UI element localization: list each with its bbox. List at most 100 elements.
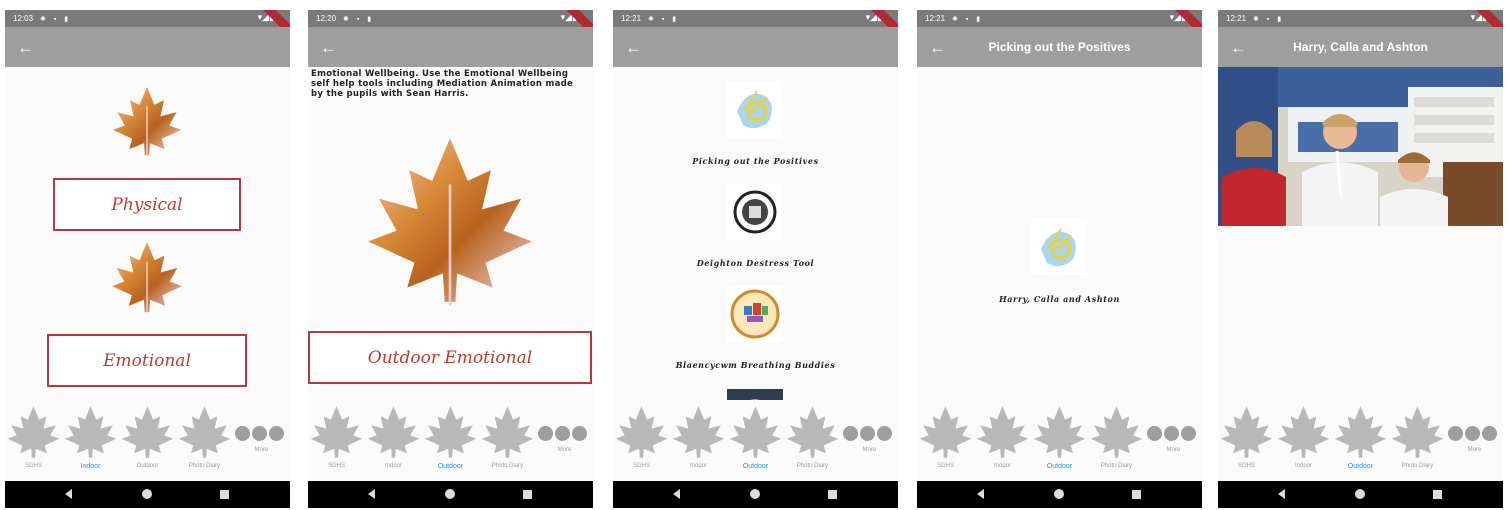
maple-leaf-icon [729, 406, 782, 458]
tab-more[interactable]: More [536, 400, 593, 470]
emotional-button[interactable]: Emotional [47, 334, 247, 387]
three-dots-icon [235, 426, 284, 441]
maple-leaf-icon [424, 406, 477, 458]
circle-home-icon[interactable] [445, 489, 455, 499]
square-recents-icon[interactable] [523, 490, 532, 499]
physical-button[interactable]: Physical [53, 178, 241, 231]
autumn-leaf-image [368, 138, 532, 306]
back-arrow-icon[interactable]: ← [320, 39, 337, 56]
square-recents-icon[interactable] [1433, 490, 1442, 499]
tab-label: More [254, 447, 269, 453]
description-text: Emotional Wellbeing. Use the Emotional W… [311, 69, 574, 99]
video-player[interactable] [1218, 67, 1503, 226]
status-time: 12:20 [316, 14, 337, 23]
tab-more[interactable]: More [1145, 400, 1202, 470]
tab-sghs[interactable]: SGHS [917, 400, 974, 480]
maple-leaf-icon [615, 406, 668, 458]
triangle-back-icon[interactable] [977, 489, 984, 499]
bottom-tab-bar: SGHS Indoor Outdoor Photo Diary More [613, 400, 898, 481]
phone-screen-video: 12:21 ✹ ▪ ▮ ▾◢▮ ← Harry, Calla and Ashto… [1218, 10, 1503, 508]
square-recents-icon[interactable] [828, 490, 837, 499]
maple-leaf-icon [7, 406, 60, 458]
tab-sghs[interactable]: SGHS [5, 400, 62, 480]
triangle-back-icon[interactable] [1278, 489, 1285, 499]
tab-photo-diary[interactable]: Photo Diary [784, 400, 841, 480]
tab-outdoor[interactable]: Outdoor [727, 400, 784, 480]
status-bar: 12:21 ✹ ▪ ▮ ▾◢▮ [1218, 10, 1503, 42]
tab-outdoor[interactable]: Outdoor [1031, 400, 1088, 480]
tab-label: Indoor [993, 463, 1011, 469]
back-arrow-icon[interactable]: ← [1230, 39, 1247, 56]
tab-label: Photo Diary [188, 463, 221, 469]
bottom-tab-bar: SGHS Indoor Outdoor Photo Diary More [1218, 400, 1503, 481]
tab-indoor[interactable]: Indoor [62, 400, 119, 480]
tab-more[interactable]: More [841, 400, 898, 470]
app-bar: ← [5, 27, 290, 67]
tab-photo-diary[interactable]: Photo Diary [1088, 400, 1145, 480]
three-dots-icon [843, 426, 892, 441]
tab-outdoor[interactable]: Outdoor [119, 400, 176, 480]
tab-sghs[interactable]: SGHS [1218, 400, 1275, 480]
tab-label: More [1166, 447, 1181, 453]
tab-photo-diary[interactable]: Photo Diary [1389, 400, 1446, 480]
square-recents-icon[interactable] [1132, 490, 1141, 499]
swirl-logo-icon [1031, 219, 1087, 275]
tab-outdoor[interactable]: Outdoor [422, 400, 479, 480]
tab-label: SGHS [327, 463, 345, 469]
system-nav-bar [613, 481, 898, 508]
tab-sghs[interactable]: SGHS [613, 400, 670, 480]
tab-sghs[interactable]: SGHS [308, 400, 365, 480]
category-menu: Physical Emotional [5, 67, 290, 400]
tab-more[interactable]: More [233, 400, 290, 470]
tab-photo-diary[interactable]: Photo Diary [479, 400, 536, 480]
bottom-tab-bar: SGHS Indoor Outdoor Photo Diary More [308, 400, 593, 481]
tab-photo-diary[interactable]: Photo Diary [176, 400, 233, 480]
app-bar: ← Picking out the Positives [917, 27, 1202, 67]
back-arrow-icon[interactable]: ← [625, 39, 642, 56]
status-notification-icons: ✹ ▪ ▮ [343, 15, 375, 23]
app-bar: ← [308, 27, 593, 67]
tools-list: Picking out the Positives Deighton Destr… [613, 67, 898, 400]
tab-label: Indoor [384, 463, 402, 469]
system-nav-bar [5, 481, 290, 508]
app-bar: ← Harry, Calla and Ashton [1218, 27, 1503, 67]
status-time: 12:21 [1226, 14, 1247, 23]
phone-screen-positives: 12:21 ✹ ▪ ▮ ▾◢▮ ← Picking out the Positi… [917, 10, 1202, 508]
circle-home-icon[interactable] [142, 489, 152, 499]
tab-indoor[interactable]: Indoor [1275, 400, 1332, 480]
tab-label: SGHS [1237, 463, 1255, 469]
maple-leaf-icon [1334, 406, 1387, 458]
circle-home-icon[interactable] [1355, 489, 1365, 499]
phone-screen-emotional: 12:20 ✹ ▪ ▮ ▾◢▮ ← Emotional Wellbeing. U… [308, 10, 593, 508]
triangle-back-icon[interactable] [368, 489, 375, 499]
square-recents-icon[interactable] [220, 490, 229, 499]
tab-indoor[interactable]: Indoor [670, 400, 727, 480]
maple-leaf-icon [1033, 406, 1086, 458]
tab-label: Photo Diary [1401, 463, 1434, 469]
tab-label: Outdoor [1046, 463, 1073, 470]
back-arrow-icon[interactable]: ← [17, 39, 34, 56]
tab-more[interactable]: More [1446, 400, 1503, 470]
maple-leaf-icon [481, 406, 534, 458]
tab-indoor[interactable]: Indoor [365, 400, 422, 480]
tab-outdoor[interactable]: Outdoor [1332, 400, 1389, 480]
tab-label: More [862, 447, 877, 453]
circle-home-icon[interactable] [1054, 489, 1064, 499]
tab-label: Indoor [689, 463, 707, 469]
status-notification-icons: ✹ ▪ ▮ [40, 15, 72, 23]
outdoor-emotional-button[interactable]: Outdoor Emotional [308, 331, 592, 384]
school-badge-icon [727, 286, 783, 342]
tab-label: SGHS [24, 463, 42, 469]
back-arrow-icon[interactable]: ← [929, 39, 946, 56]
triangle-back-icon[interactable] [65, 489, 72, 499]
tab-label: More [1467, 447, 1482, 453]
app-bar-title: Harry, Calla and Ashton [1293, 40, 1428, 54]
system-nav-bar [1218, 481, 1503, 508]
triangle-back-icon[interactable] [673, 489, 680, 499]
tab-indoor[interactable]: Indoor [974, 400, 1031, 480]
status-bar: 12:20 ✹ ▪ ▮ ▾◢▮ [308, 10, 593, 42]
thumbnail-image-icon [727, 389, 783, 400]
maple-leaf-icon [786, 406, 839, 458]
maple-leaf-icon [1391, 406, 1444, 458]
circle-home-icon[interactable] [750, 489, 760, 499]
